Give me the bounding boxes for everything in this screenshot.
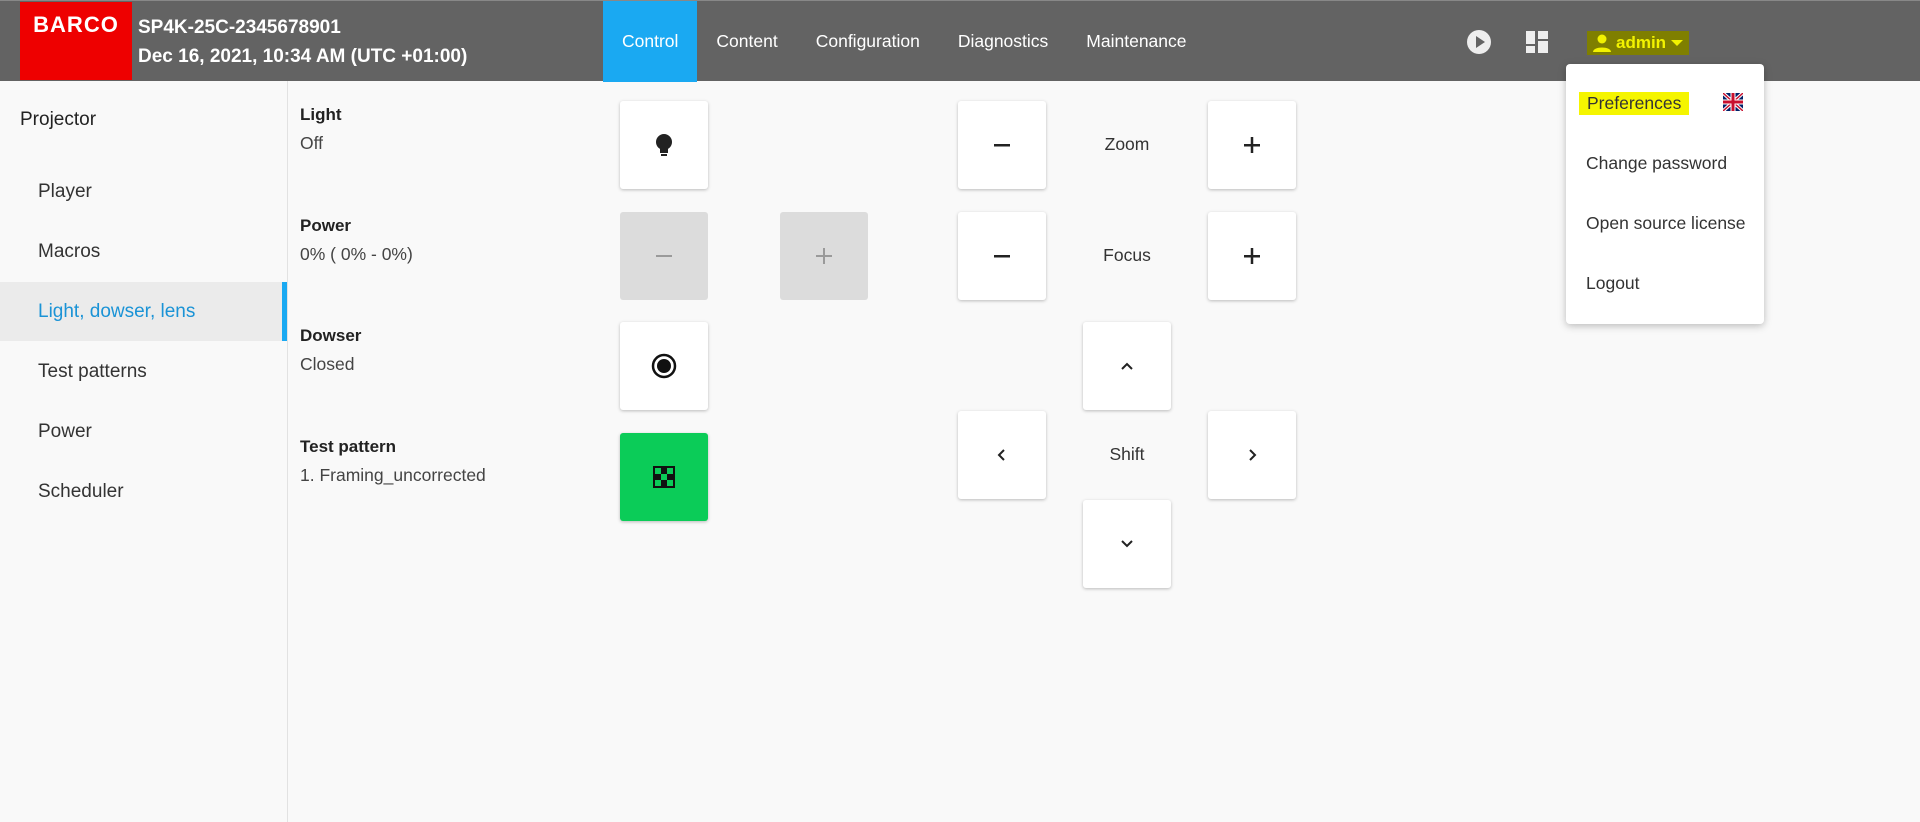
- power-increase-button[interactable]: [780, 212, 868, 300]
- user-icon: [1593, 34, 1611, 52]
- uk-flag-icon[interactable]: [1721, 91, 1745, 113]
- user-name: admin: [1616, 33, 1667, 52]
- play-icon[interactable]: [1466, 29, 1492, 55]
- menu-item-preferences[interactable]: Preferences: [1579, 92, 1690, 115]
- tab-diagnostics[interactable]: Diagnostics: [939, 1, 1067, 82]
- test-pattern-icon: [653, 466, 675, 488]
- chevron-left-icon: [997, 449, 1005, 461]
- barco-logo[interactable]: BARCO: [20, 2, 132, 80]
- minus-icon: [656, 255, 672, 257]
- chevron-right-icon: [1249, 449, 1257, 461]
- light-label: Light: [300, 105, 342, 124]
- dowser-toggle-button[interactable]: [620, 322, 708, 410]
- focus-label: Focus: [1103, 245, 1151, 265]
- sidebar-item-test-patterns[interactable]: Test patterns: [0, 342, 287, 401]
- focus-decrease-button[interactable]: [958, 212, 1046, 300]
- sidebar-item-scheduler[interactable]: Scheduler: [0, 462, 287, 521]
- test-pattern-value: 1. Framing_uncorrected: [300, 465, 486, 485]
- minus-icon: [994, 255, 1010, 258]
- menu-item-logout[interactable]: Logout: [1586, 273, 1640, 294]
- zoom-label: Zoom: [1104, 134, 1150, 154]
- zoom-in-button[interactable]: [1208, 101, 1296, 189]
- plus-icon: [1244, 137, 1260, 153]
- sidebar-item-power[interactable]: Power: [0, 402, 287, 461]
- tab-maintenance[interactable]: Maintenance: [1067, 1, 1205, 82]
- sidebar-item-macros[interactable]: Macros: [0, 222, 287, 281]
- zoom-out-button[interactable]: [958, 101, 1046, 189]
- sidebar-item-player[interactable]: Player: [0, 162, 287, 221]
- logo-text: BARCO: [33, 12, 119, 37]
- chevron-down-icon: [1121, 540, 1133, 548]
- shift-left-button[interactable]: [958, 411, 1046, 499]
- chevron-up-icon: [1121, 362, 1133, 370]
- dowser-label: Dowser: [300, 326, 362, 345]
- dowser-closed-icon: [651, 353, 677, 379]
- tab-control[interactable]: Control: [603, 1, 698, 82]
- device-info: SP4K-25C-2345678901 Dec 16, 2021, 10:34 …: [138, 13, 467, 71]
- shift-right-button[interactable]: [1208, 411, 1296, 499]
- menu-item-change-password[interactable]: Change password: [1586, 153, 1727, 174]
- dowser-value: Closed: [300, 354, 355, 374]
- dashboard-icon[interactable]: [1524, 29, 1550, 55]
- device-datetime: Dec 16, 2021, 10:34 AM (UTC +01:00): [138, 46, 468, 67]
- lightbulb-icon: [656, 134, 672, 156]
- header-icons: [1466, 29, 1550, 55]
- main-nav: Control Content Configuration Diagnostic…: [603, 1, 1206, 82]
- shift-down-button[interactable]: [1083, 500, 1171, 588]
- tab-configuration[interactable]: Configuration: [797, 1, 939, 82]
- menu-item-open-source-license[interactable]: Open source license: [1586, 213, 1746, 234]
- sidebar-item-light-dowser-lens[interactable]: Light, dowser, lens: [0, 282, 287, 341]
- light-value: Off: [300, 133, 324, 153]
- sidebar-title: Projector: [20, 109, 97, 130]
- device-name: SP4K-25C-2345678901: [138, 17, 341, 38]
- user-menu-button[interactable]: admin: [1587, 31, 1690, 55]
- power-label: Power: [300, 216, 352, 235]
- tab-content[interactable]: Content: [697, 1, 796, 82]
- shift-label: Shift: [1109, 444, 1145, 464]
- focus-increase-button[interactable]: [1208, 212, 1296, 300]
- plus-icon: [1244, 248, 1260, 264]
- light-toggle-button[interactable]: [620, 101, 708, 189]
- power-decrease-button[interactable]: [620, 212, 708, 300]
- test-pattern-button[interactable]: [620, 433, 708, 521]
- test-pattern-label: Test pattern: [300, 437, 397, 456]
- power-value: 0% ( 0% - 0%): [300, 244, 413, 264]
- minus-icon: [994, 144, 1010, 147]
- caret-down-icon: [1671, 40, 1684, 46]
- sidebar: Projector Player Macros Light, dowser, l…: [0, 81, 288, 822]
- shift-up-button[interactable]: [1083, 322, 1171, 410]
- plus-icon: [816, 248, 832, 264]
